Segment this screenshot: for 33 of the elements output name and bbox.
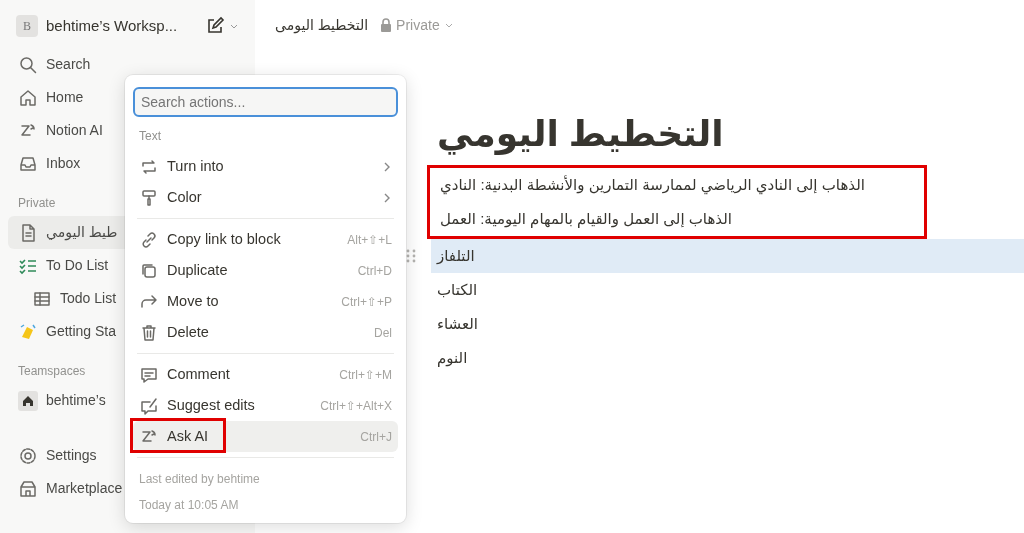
shortcut-hint: Ctrl+⇧+M <box>339 366 392 384</box>
page-label: behtime’s <box>46 391 106 410</box>
shortcut-hint: Ctrl+D <box>357 262 392 280</box>
menu-label: Color <box>167 187 202 207</box>
menu-section-label: Text <box>138 128 162 145</box>
sidebar-label: Settings <box>46 446 97 465</box>
page-label: To Do List <box>46 256 109 275</box>
menu-label: Move to <box>167 291 219 311</box>
shortcut-hint: Ctrl+J <box>360 428 392 446</box>
page-title: التخطيط اليومي <box>437 112 724 156</box>
sidebar-label: Home <box>46 88 84 107</box>
edit-info: Last edited by behtime <box>138 471 261 488</box>
page-label: Todo List <box>60 289 117 308</box>
menu-label: Turn into <box>167 156 224 176</box>
page-label: Getting Sta <box>46 322 117 341</box>
menu-label: Duplicate <box>167 260 228 280</box>
shortcut-hint: Ctrl+⇧+Alt+X <box>320 397 392 415</box>
sidebar-label: Search <box>46 55 91 74</box>
menu-label: Suggest edits <box>167 395 255 415</box>
shortcut-hint: Alt+⇧+L <box>347 231 392 249</box>
menu-label: Copy link to block <box>167 229 281 249</box>
sidebar-label: Inbox <box>46 154 81 173</box>
sidebar-label: Notion AI <box>46 121 103 140</box>
menu-label: Ask AI <box>167 426 209 446</box>
shortcut-hint: Del <box>374 324 392 342</box>
menu-label: Delete <box>167 322 209 342</box>
section-heading: Private <box>18 195 56 212</box>
sidebar-label: Marketplace <box>46 479 123 498</box>
section-heading: Teamspaces <box>18 363 86 380</box>
menu-label: Comment <box>167 364 230 384</box>
edit-info: Today at 10:05 AM <box>138 497 240 514</box>
page-label: طيط اليومي <box>46 223 118 243</box>
shortcut-hint: Ctrl+⇧+P <box>341 293 392 311</box>
